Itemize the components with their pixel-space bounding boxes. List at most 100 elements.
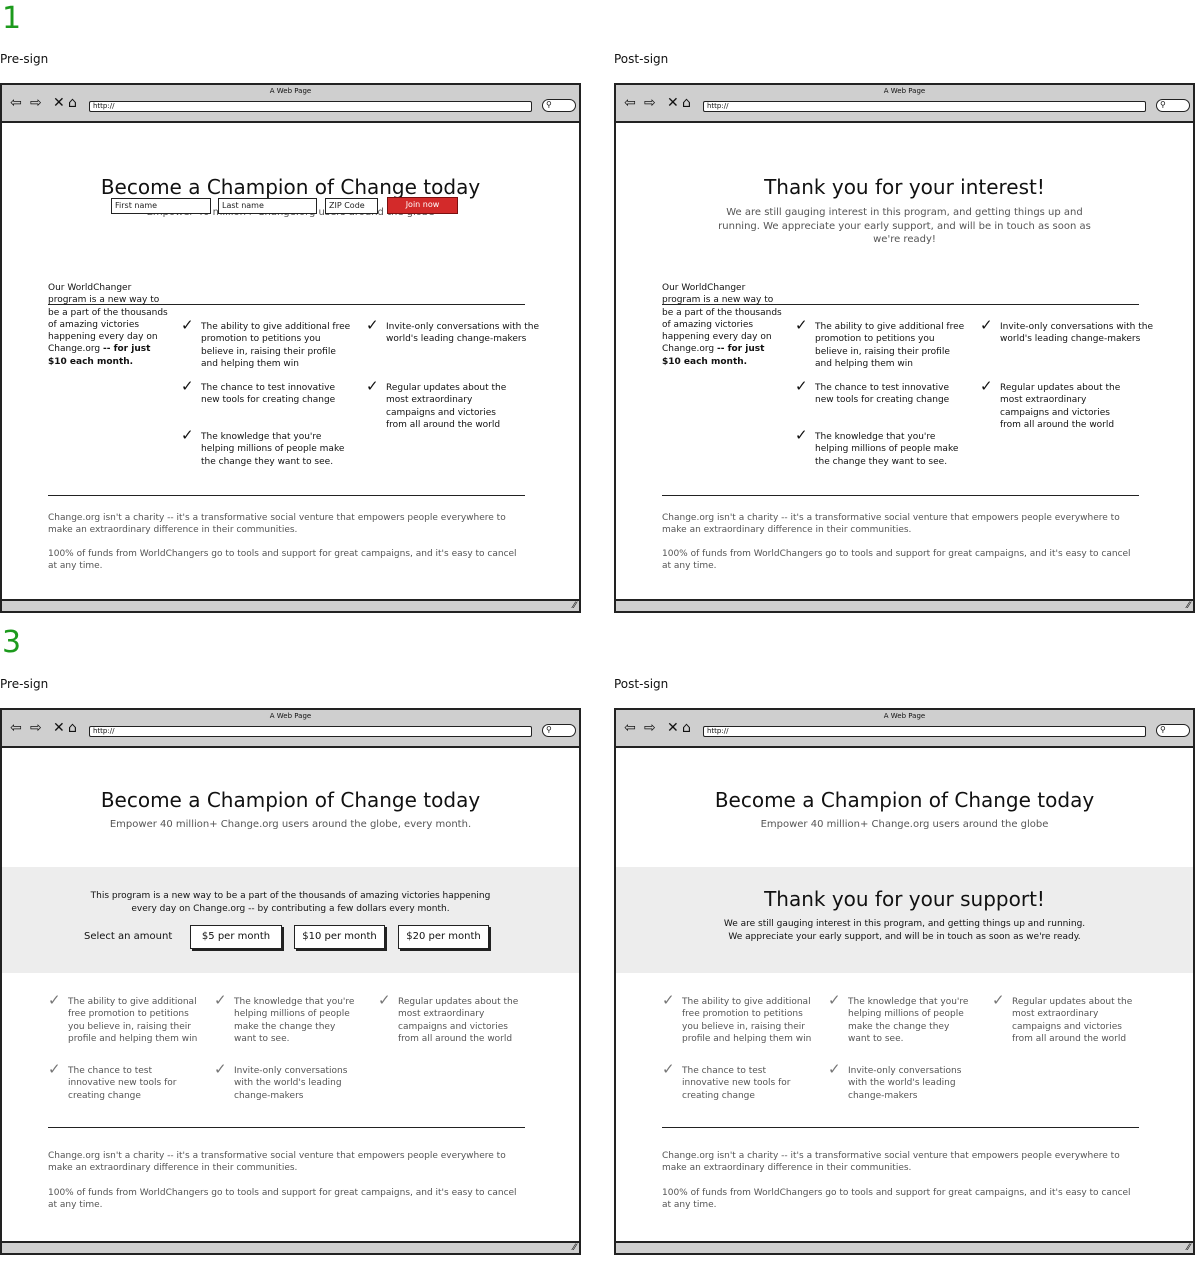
checkmark-icon: ✓ xyxy=(181,377,194,395)
divider xyxy=(48,1127,525,1128)
join-now-button[interactable]: Join now xyxy=(387,197,458,214)
checkmark-icon: ✓ xyxy=(662,1060,675,1078)
footer-text: Change.org isn't a charity -- it's a tra… xyxy=(48,513,506,536)
status-bar: ⁄⁄ xyxy=(2,599,579,611)
search-icon[interactable]: ⚲ xyxy=(542,99,576,112)
footer-text: Change.org isn't a charity -- it's a tra… xyxy=(662,513,1120,536)
last-name-field[interactable]: Last name xyxy=(218,198,317,214)
status-bar: ⁄⁄ xyxy=(616,1241,1193,1253)
search-icon[interactable]: ⚲ xyxy=(542,724,576,737)
browser-toolbar: A Web Page ⇦ ⇨ ✕ ⌂ http:// ⚲ xyxy=(2,85,579,123)
address-bar[interactable]: http:// xyxy=(703,726,1146,737)
browser-window-v1-pre: A Web Page ⇦ ⇨ ✕ ⌂ http:// ⚲ Become a Ch… xyxy=(0,83,581,613)
program-intro: Our WorldChanger program is a new way to… xyxy=(662,283,782,367)
feature-item: ✓ Invite-only conversations with the worl… xyxy=(828,1060,962,1101)
browser-window-v3-post: A Web Page ⇦ ⇨ ✕ ⌂ http:// ⚲ Become a Ch… xyxy=(614,708,1195,1255)
thank-you-title: Thank you for your support! xyxy=(764,887,1045,911)
search-icon[interactable]: ⚲ xyxy=(1156,99,1190,112)
browser-toolbar: A Web Page ⇦ ⇨ ✕ ⌂ http:// ⚲ xyxy=(616,710,1193,748)
checkmark-icon: ✓ xyxy=(214,991,227,1009)
close-icon[interactable]: ✕ xyxy=(667,96,679,110)
first-name-field[interactable]: First name xyxy=(111,198,211,214)
feature-item: ✓ Regular updates about the most extraord… xyxy=(378,991,519,1044)
checkmark-icon: ✓ xyxy=(181,316,194,334)
browser-toolbar: A Web Page ⇦ ⇨ ✕ ⌂ http:// ⚲ xyxy=(2,710,579,748)
close-icon[interactable]: ✕ xyxy=(53,721,65,735)
checkmark-icon: ✓ xyxy=(795,426,808,444)
home-icon[interactable]: ⌂ xyxy=(68,721,77,735)
section-number: 3 xyxy=(2,625,22,660)
feature-item: ✓ The ability to give additional free pro… xyxy=(48,991,198,1044)
page-title: Become a Champion of Change today xyxy=(100,788,481,812)
back-arrow-icon[interactable]: ⇦ xyxy=(10,96,22,110)
feature-item: ✓ Invite-only conversations with the worl… xyxy=(214,1060,348,1101)
divider xyxy=(662,495,1139,496)
address-bar[interactable]: http:// xyxy=(89,101,532,112)
close-icon[interactable]: ✕ xyxy=(667,721,679,735)
pre-sign-caption: Pre-sign xyxy=(0,52,49,66)
resize-grip-icon[interactable]: ⁄⁄ xyxy=(1187,1243,1190,1253)
resize-grip-icon[interactable]: ⁄⁄ xyxy=(573,601,576,611)
checkmark-icon: ✓ xyxy=(181,426,194,444)
home-icon[interactable]: ⌂ xyxy=(68,96,77,110)
checkmark-icon: ✓ xyxy=(828,1060,841,1078)
back-arrow-icon[interactable]: ⇦ xyxy=(10,721,22,735)
program-description: This program is a new way to be a part o… xyxy=(90,891,491,914)
page-title: Become a Champion of Change today xyxy=(714,788,1095,812)
footer-text: Change.org isn't a charity -- it's a tra… xyxy=(48,1151,506,1174)
feature-item: ✓ The knowledge that you're helping milli… xyxy=(795,426,959,467)
checkmark-icon: ✓ xyxy=(980,377,993,395)
address-bar[interactable]: http:// xyxy=(703,101,1146,112)
footer-text: 100% of funds from WorldChangers go to t… xyxy=(48,549,517,572)
feature-item: ✓ Regular updates about the most extraord… xyxy=(366,377,507,430)
feature-item: ✓ The ability to give additional free pro… xyxy=(181,316,351,369)
window-title: A Web Page xyxy=(883,87,926,95)
feature-item: ✓ The chance to test innovative new tools… xyxy=(181,377,336,406)
zip-code-field[interactable]: ZIP Code xyxy=(325,198,378,214)
back-arrow-icon[interactable]: ⇦ xyxy=(624,721,636,735)
home-icon[interactable]: ⌂ xyxy=(682,96,691,110)
home-icon[interactable]: ⌂ xyxy=(682,721,691,735)
forward-arrow-icon[interactable]: ⇨ xyxy=(30,721,42,735)
checkmark-icon: ✓ xyxy=(48,1060,61,1078)
feature-item: ✓ The ability to give additional free pro… xyxy=(795,316,965,369)
page-subtitle: Empower 40 million+ Change.org users aro… xyxy=(760,819,1049,830)
checkmark-icon: ✓ xyxy=(795,377,808,395)
footer-text: 100% of funds from WorldChangers go to t… xyxy=(48,1188,517,1211)
feature-item: ✓ The knowledge that you're helping milli… xyxy=(828,991,969,1044)
feature-item: ✓ The knowledge that you're helping milli… xyxy=(214,991,355,1044)
thank-you-title: Thank you for your interest! xyxy=(764,175,1045,199)
forward-arrow-icon[interactable]: ⇨ xyxy=(30,96,42,110)
divider xyxy=(662,1127,1139,1128)
status-bar: ⁄⁄ xyxy=(2,1241,579,1253)
post-sign-caption: Post-sign xyxy=(614,52,669,66)
window-title: A Web Page xyxy=(269,712,312,720)
feature-item: ✓ The chance to test innovative new tools… xyxy=(48,1060,177,1101)
pre-sign-caption: Pre-sign xyxy=(0,677,49,691)
status-bar: ⁄⁄ xyxy=(616,599,1193,611)
feature-item: ✓ Invite-only conversations with the worl… xyxy=(980,316,1154,345)
footer-text: 100% of funds from WorldChangers go to t… xyxy=(662,1188,1131,1211)
address-bar[interactable]: http:// xyxy=(89,726,532,737)
amount-selection-panel: This program is a new way to be a part o… xyxy=(2,867,579,973)
feature-item: ✓ Regular updates about the most extraord… xyxy=(992,991,1133,1044)
checkmark-icon: ✓ xyxy=(795,316,808,334)
footer-text: Change.org isn't a charity -- it's a tra… xyxy=(662,1151,1120,1174)
browser-window-v1-post: A Web Page ⇦ ⇨ ✕ ⌂ http:// ⚲ Thank you f… xyxy=(614,83,1195,613)
amount-10-button[interactable]: $10 per month xyxy=(294,925,385,949)
resize-grip-icon[interactable]: ⁄⁄ xyxy=(1187,601,1190,611)
back-arrow-icon[interactable]: ⇦ xyxy=(624,96,636,110)
checkmark-icon: ✓ xyxy=(992,991,1005,1009)
resize-grip-icon[interactable]: ⁄⁄ xyxy=(573,1243,576,1253)
checkmark-icon: ✓ xyxy=(378,991,391,1009)
search-icon[interactable]: ⚲ xyxy=(1156,724,1190,737)
close-icon[interactable]: ✕ xyxy=(53,96,65,110)
forward-arrow-icon[interactable]: ⇨ xyxy=(644,96,656,110)
page-title: Become a Champion of Change today xyxy=(100,175,481,199)
amount-5-button[interactable]: $5 per month xyxy=(190,925,282,949)
forward-arrow-icon[interactable]: ⇨ xyxy=(644,721,656,735)
window-title: A Web Page xyxy=(269,87,312,95)
footer-text: 100% of funds from WorldChangers go to t… xyxy=(662,549,1131,572)
amount-20-button[interactable]: $20 per month xyxy=(398,925,489,949)
section-number: 1 xyxy=(2,1,22,36)
